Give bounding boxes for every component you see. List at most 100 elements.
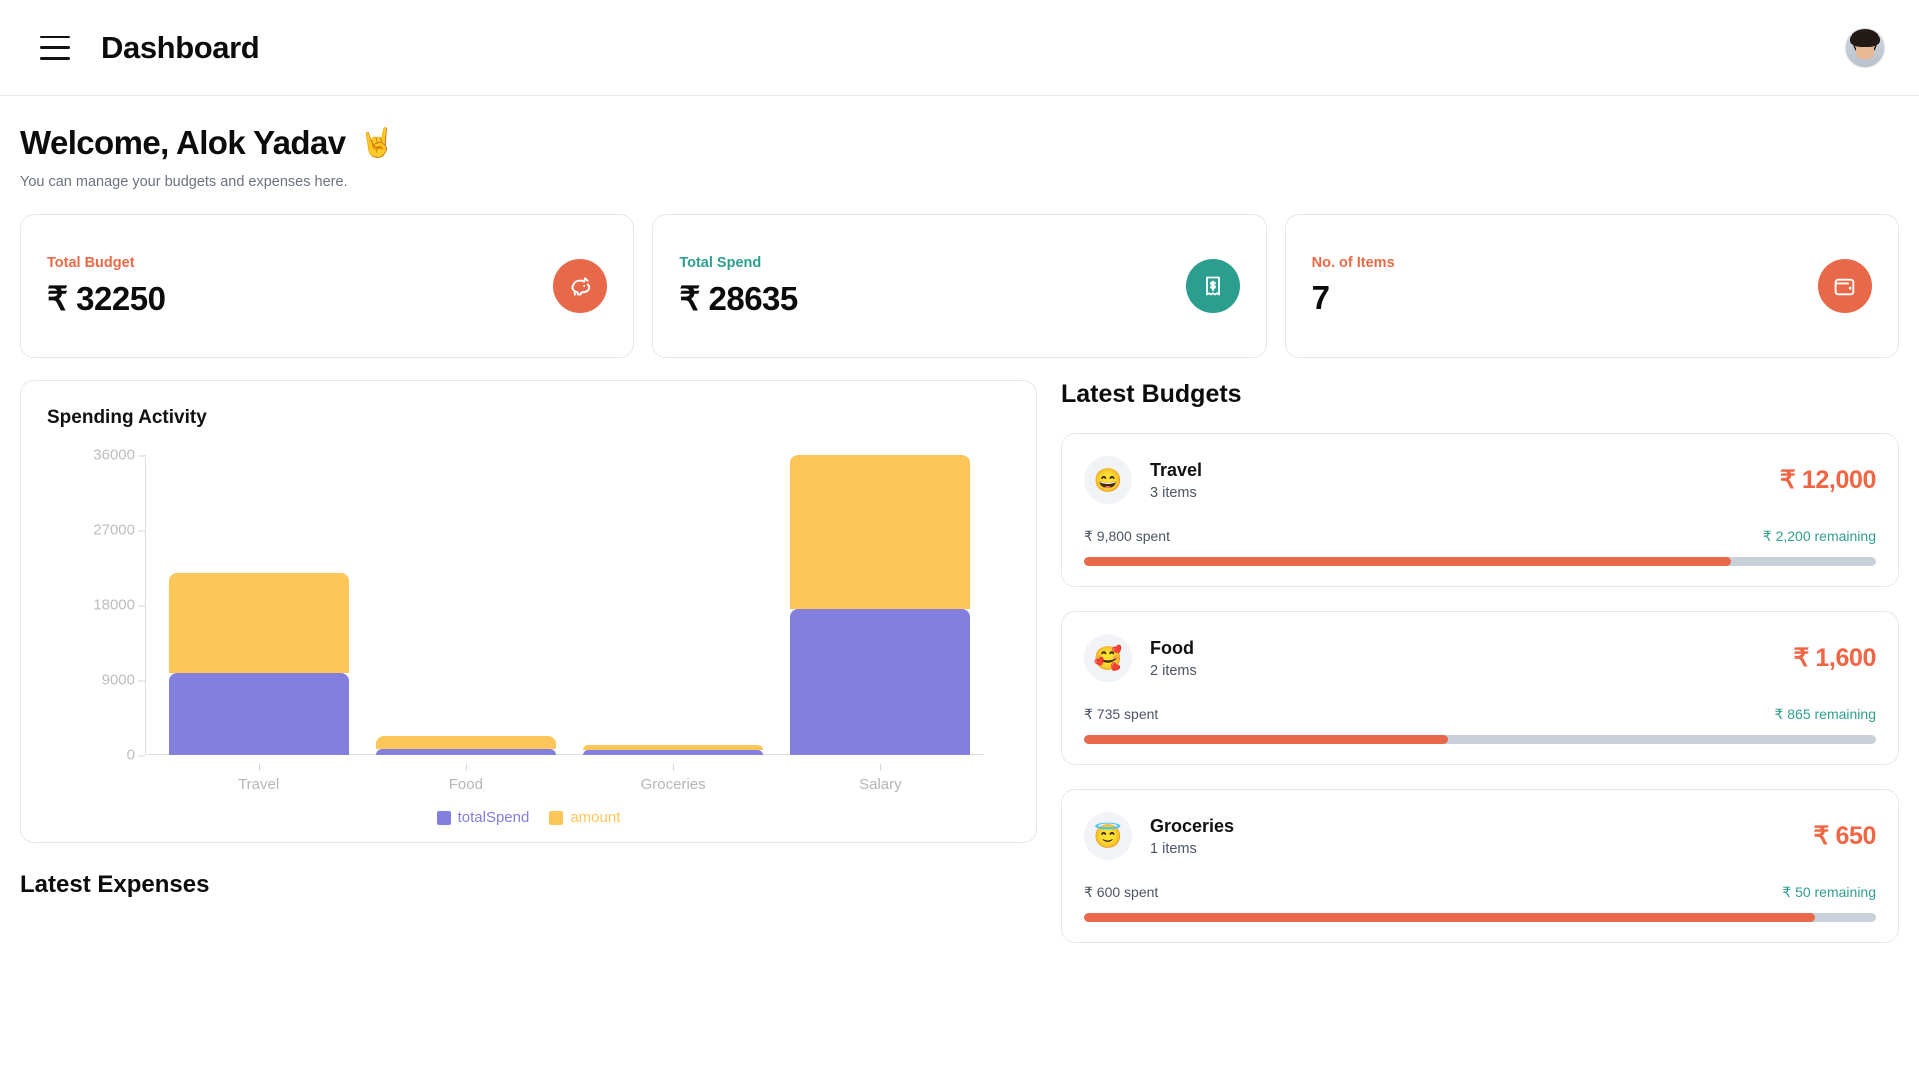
chart-legend: totalSpend amount	[47, 809, 1010, 826]
x-axis-labels: Travel Food Groceries Salary	[155, 764, 984, 793]
welcome-heading: Welcome, Alok Yadav	[20, 124, 346, 161]
legend-swatch-icon	[549, 810, 564, 825]
budget-emoji-icon: 😄	[1084, 456, 1132, 504]
y-axis-tick: 27000	[93, 521, 145, 539]
stat-card-no-of-items[interactable]: No. of Items 7	[1284, 214, 1899, 358]
budget-remaining: ₹ 50 remaining	[1782, 884, 1876, 900]
budget-spent: ₹ 9,800 spent	[1084, 528, 1170, 544]
stat-card-total-spend[interactable]: Total Spend ₹ 28635	[652, 214, 1267, 358]
bar-segment-totalspend[interactable]	[375, 748, 556, 755]
budget-footer: ₹ 735 spent ₹ 865 remaining	[1084, 706, 1876, 723]
legend-item-amount[interactable]: amount	[549, 809, 620, 826]
budget-name: Travel	[1150, 459, 1203, 480]
budget-amount: ₹ 1,600	[1793, 644, 1876, 672]
budget-emoji-icon: 🥰	[1084, 634, 1132, 682]
budget-meta: Food 2 items	[1150, 638, 1793, 679]
budget-progress-fill	[1084, 557, 1732, 566]
budget-item-count: 1 items	[1150, 840, 1197, 857]
x-axis-label: Travel	[169, 764, 349, 793]
budget-item-count: 3 items	[1150, 484, 1197, 501]
budget-card-groceries[interactable]: 😇 Groceries 1 items ₹ 650 ₹ 600 spent ₹ …	[1061, 789, 1899, 943]
bar-segment-totalspend[interactable]	[790, 609, 971, 755]
latest-budgets-column: Latest Budgets 😄 Travel 3 items ₹ 12,000…	[1061, 380, 1899, 943]
budget-card-food[interactable]: 🥰 Food 2 items ₹ 1,600 ₹ 735 spent ₹ 865…	[1061, 611, 1899, 765]
bar-chart: 0 9000 18000 27000 36000	[47, 447, 1010, 764]
bar-segment-totalspend[interactable]	[583, 750, 764, 755]
budget-header: 😄 Travel 3 items ₹ 12,000	[1084, 456, 1876, 504]
budget-name: Groceries	[1150, 815, 1235, 836]
chart-title: Spending Activity	[47, 407, 207, 428]
budget-emoji-icon: 😇	[1084, 812, 1132, 860]
bar-group-salary[interactable]	[790, 455, 971, 755]
welcome-subtitle: You can manage your budgets and expenses…	[20, 174, 348, 190]
left-column: Spending Activity 0 9000 18000 27000 36000 T…	[20, 380, 1037, 943]
y-axis-tick: 0	[126, 746, 146, 764]
bar-group-travel[interactable]	[168, 455, 349, 755]
budget-remaining: ₹ 2,200 remaining	[1762, 528, 1876, 544]
x-axis-label: Salary	[790, 764, 970, 793]
latest-expenses-heading: Latest Expenses	[20, 871, 210, 898]
budget-meta: Travel 3 items	[1150, 460, 1780, 501]
top-bar: Dashboard	[0, 0, 1919, 96]
bar-segment-amount[interactable]	[375, 735, 556, 749]
rock-on-hand-icon: 🤘	[359, 127, 395, 158]
spending-activity-panel: Spending Activity 0 9000 18000 27000 36000 T…	[20, 380, 1037, 843]
budget-progress-bar	[1084, 557, 1876, 566]
x-axis-label: Groceries	[583, 764, 763, 793]
stat-label: Total Budget	[47, 254, 135, 271]
page-title: Dashboard	[101, 29, 260, 65]
budget-progress-bar	[1084, 735, 1876, 744]
main-content: Spending Activity 0 9000 18000 27000 36000 T…	[20, 380, 1899, 943]
budget-item-count: 2 items	[1150, 662, 1197, 679]
y-axis-tick: 36000	[93, 446, 145, 464]
stat-card-text: Total Budget ₹ 32250	[47, 254, 166, 318]
plot-area	[155, 455, 984, 755]
piggy-bank-icon	[553, 259, 608, 313]
stat-cards: Total Budget ₹ 32250 Total Spend ₹ 28635	[20, 214, 1899, 358]
legend-label: totalSpend	[457, 809, 530, 826]
bar-segment-amount[interactable]	[790, 455, 971, 610]
legend-swatch-icon	[436, 810, 451, 825]
budget-spent: ₹ 600 spent	[1084, 884, 1159, 900]
budget-header: 🥰 Food 2 items ₹ 1,600	[1084, 634, 1876, 682]
latest-budgets-heading: Latest Budgets	[1061, 380, 1242, 408]
hamburger-menu-icon[interactable]	[40, 35, 70, 60]
budget-footer: ₹ 600 spent ₹ 50 remaining	[1084, 884, 1876, 901]
user-avatar[interactable]	[1845, 27, 1885, 68]
budget-remaining: ₹ 865 remaining	[1774, 706, 1876, 722]
budget-spent: ₹ 735 spent	[1084, 706, 1159, 722]
stat-card-text: No. of Items 7	[1312, 255, 1395, 317]
budget-footer: ₹ 9,800 spent ₹ 2,200 remaining	[1084, 528, 1876, 545]
budget-card-travel[interactable]: 😄 Travel 3 items ₹ 12,000 ₹ 9,800 spent …	[1061, 433, 1899, 587]
legend-label: amount	[570, 809, 621, 826]
budget-amount: ₹ 12,000	[1779, 466, 1877, 494]
bar-group-groceries[interactable]	[583, 455, 764, 755]
stat-value: ₹ 28635	[679, 279, 798, 317]
bar-segment-amount[interactable]	[168, 573, 349, 674]
legend-item-totalspend[interactable]: totalSpend	[436, 809, 530, 826]
budget-progress-fill	[1084, 913, 1816, 922]
stat-label: No. of Items	[1311, 255, 1395, 271]
bar-group-food[interactable]	[375, 455, 556, 755]
budget-progress-fill	[1084, 735, 1448, 744]
bar-segment-totalspend[interactable]	[168, 673, 349, 755]
page-content: Welcome, Alok Yadav 🤘 You can manage you…	[0, 96, 1919, 943]
y-axis-line	[145, 455, 146, 755]
welcome-row: Welcome, Alok Yadav 🤘	[20, 124, 1899, 162]
y-axis-tick: 9000	[101, 671, 146, 689]
budget-header: 😇 Groceries 1 items ₹ 650	[1084, 812, 1876, 860]
budget-progress-bar	[1084, 913, 1876, 922]
budget-name: Food	[1150, 637, 1194, 658]
x-axis-label: Food	[376, 764, 556, 793]
budget-amount: ₹ 650	[1813, 822, 1876, 850]
stat-value: ₹ 32250	[47, 279, 166, 317]
stat-value: 7	[1311, 279, 1330, 316]
y-axis: 0 9000 18000 27000 36000	[47, 447, 146, 764]
wallet-icon	[1817, 259, 1872, 313]
budget-meta: Groceries 1 items	[1150, 816, 1813, 857]
receipt-dollar-icon	[1185, 259, 1240, 313]
stat-label: Total Spend	[679, 254, 762, 271]
stat-card-text: Total Spend ₹ 28635	[679, 254, 798, 318]
stat-card-total-budget[interactable]: Total Budget ₹ 32250	[20, 214, 635, 358]
y-axis-tick: 18000	[93, 596, 145, 614]
